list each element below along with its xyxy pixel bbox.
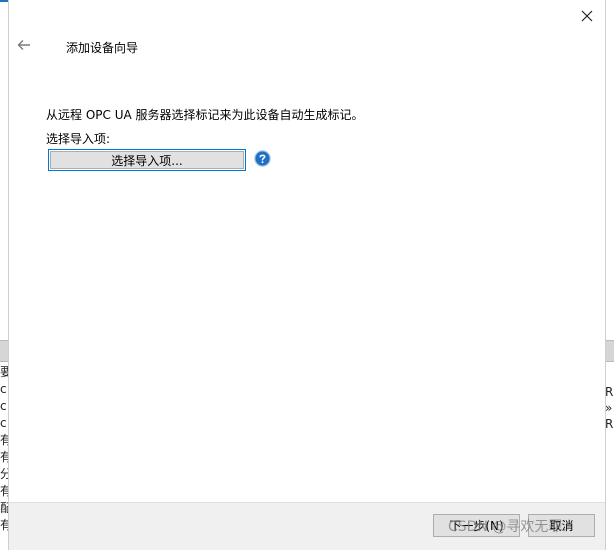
background-glyph: R bbox=[606, 385, 614, 399]
background-glyph: 分 bbox=[0, 467, 8, 481]
close-button[interactable] bbox=[577, 6, 597, 26]
background-glyph: 有 bbox=[0, 518, 8, 532]
background-glyph: » bbox=[606, 400, 614, 416]
background-glyph: c bbox=[0, 416, 7, 430]
cancel-button[interactable]: 取消 bbox=[528, 514, 595, 537]
background-toolbar-band-left bbox=[0, 340, 8, 362]
next-button[interactable]: 下一步(N) bbox=[433, 514, 520, 537]
background-glyph: 有 bbox=[0, 450, 8, 464]
add-device-wizard-dialog: 添加设备向导 从远程 OPC UA 服务器选择标记来为此设备自动生成标记。 选择… bbox=[8, 0, 606, 550]
background-glyph: 有 bbox=[0, 484, 8, 498]
back-button[interactable] bbox=[15, 36, 33, 54]
dialog-title: 添加设备向导 bbox=[66, 41, 139, 55]
background-glyph: 配 bbox=[0, 501, 8, 515]
help-icon bbox=[254, 150, 271, 167]
background-glyph: R bbox=[606, 417, 614, 431]
import-items-label: 选择导入项: bbox=[46, 132, 111, 146]
background-glyph: 有 bbox=[0, 433, 8, 447]
background-toolbar-band-right bbox=[606, 340, 614, 362]
wizard-description: 从远程 OPC UA 服务器选择标记来为此设备自动生成标记。 bbox=[46, 108, 364, 122]
close-icon bbox=[581, 10, 593, 22]
background-glyph: c bbox=[0, 399, 7, 413]
background-accent-line bbox=[0, 0, 8, 2]
background-glyph: 要 bbox=[0, 365, 8, 379]
dialog-footer: 下一步(N) 取消 bbox=[9, 502, 605, 550]
arrow-left-icon bbox=[17, 40, 30, 50]
background-glyph: c bbox=[0, 382, 7, 396]
background-right-text-column: R » R bbox=[606, 384, 614, 444]
background-left-text-column: 要 c c c 有 有 分 有 配 有 bbox=[0, 364, 8, 550]
help-button[interactable] bbox=[254, 150, 271, 167]
select-import-items-button[interactable]: 选择导入项... bbox=[48, 149, 246, 171]
